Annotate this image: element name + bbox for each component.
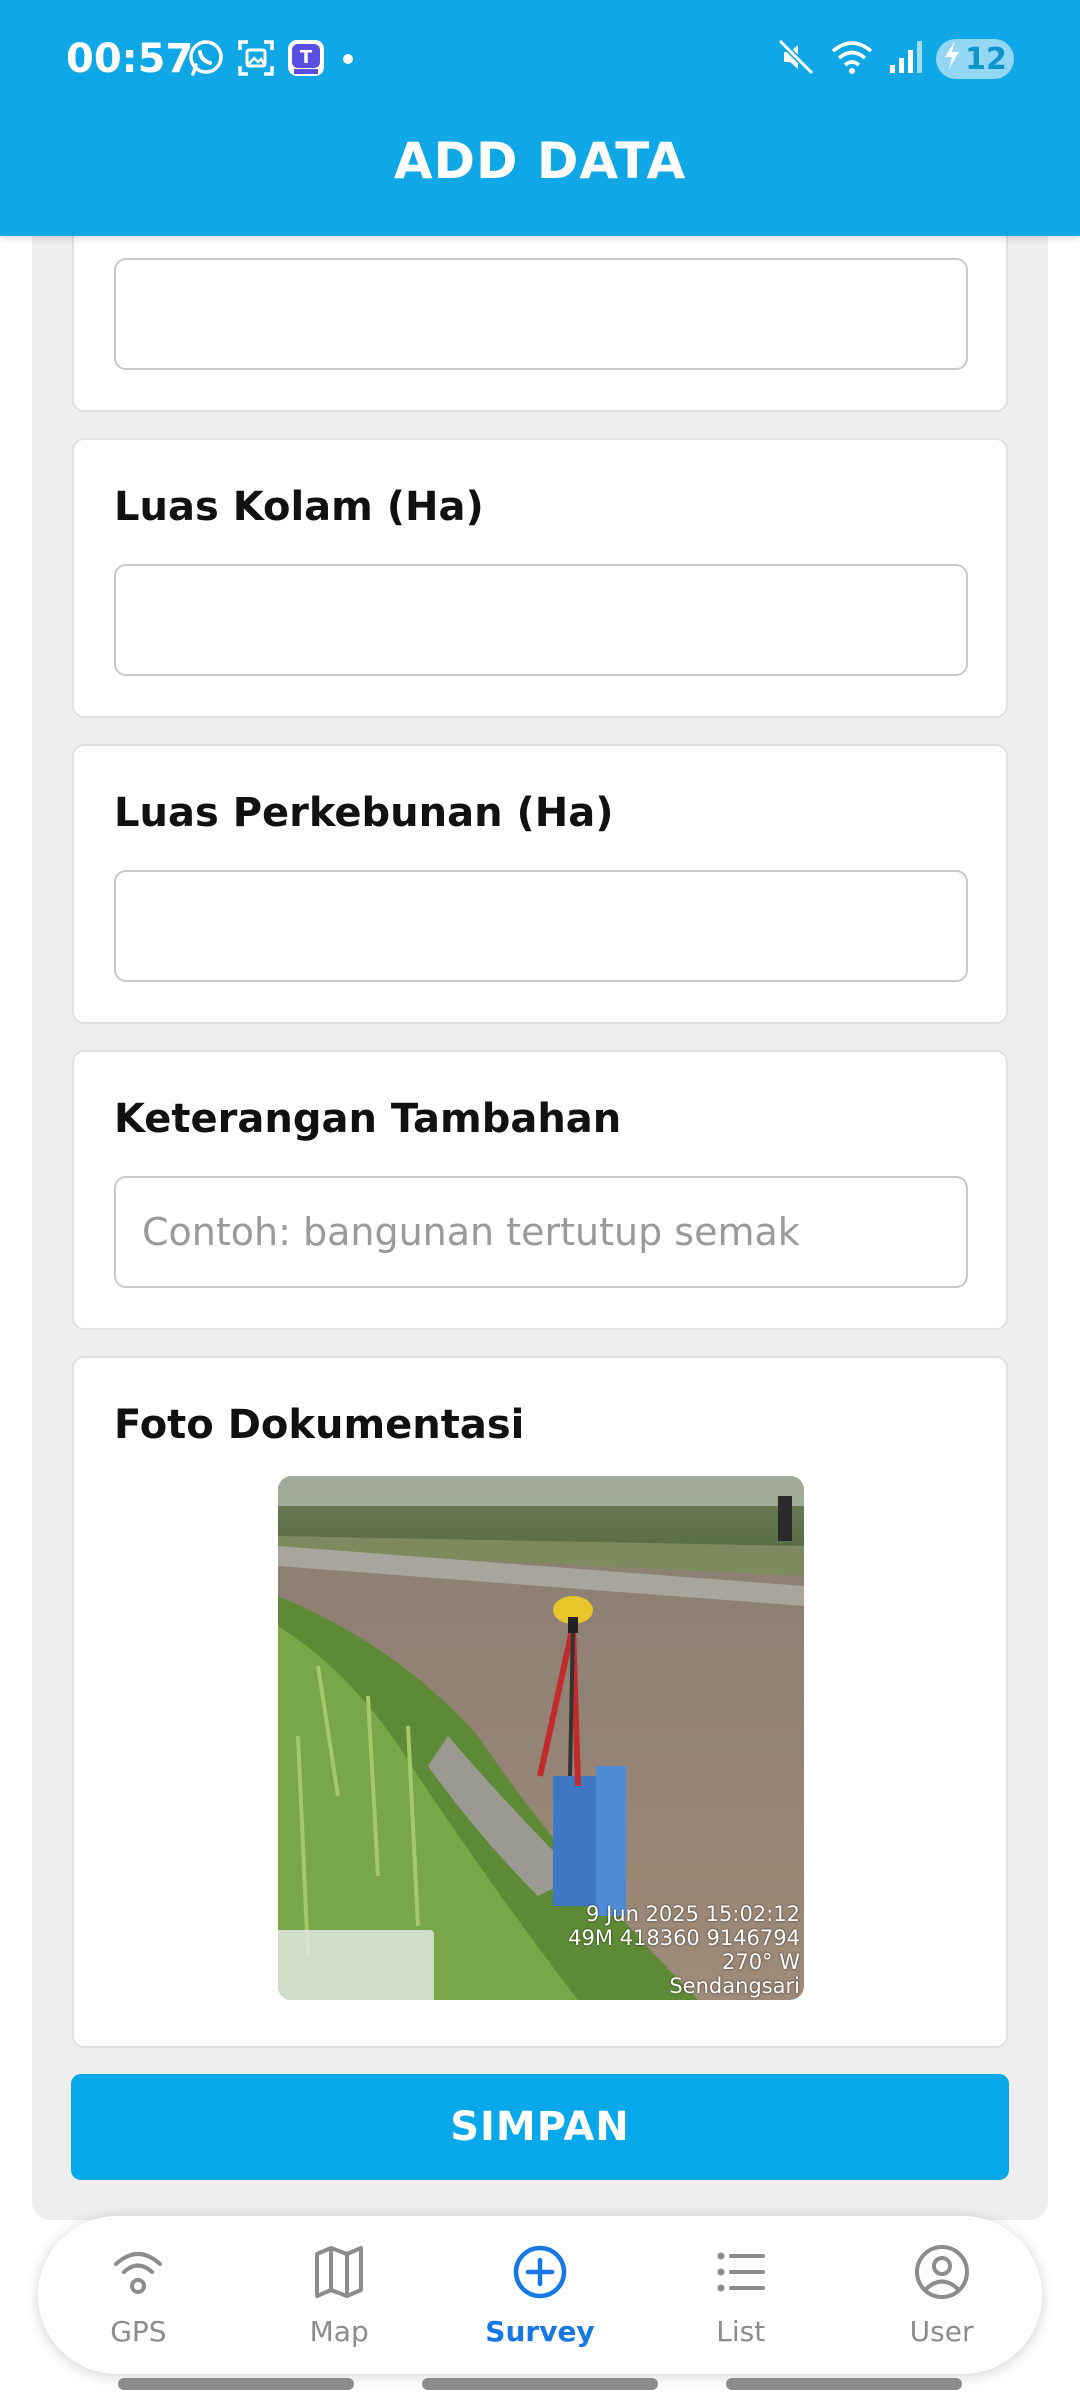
battery-level: 12 <box>965 41 1007 77</box>
gesture-bar-left <box>118 2378 354 2390</box>
nav-label-list: List <box>716 2315 766 2348</box>
save-button[interactable]: SIMPAN <box>71 2074 1009 2180</box>
nav-label-survey: Survey <box>485 2315 595 2348</box>
keterangan-label: Keterangan Tambahan <box>114 1096 622 1142</box>
user-icon <box>912 2242 972 2307</box>
keterangan-input[interactable] <box>114 1176 968 1288</box>
battery-indicator: 12 <box>936 39 1014 79</box>
status-icons-left: T <box>186 38 360 82</box>
gps-signal-icon <box>108 2242 168 2307</box>
card-luas-kolam: Luas Kolam (Ha) <box>72 438 1008 718</box>
whatsapp-icon <box>186 38 226 83</box>
top-field-input[interactable] <box>114 258 968 370</box>
nav-item-list[interactable]: List <box>651 2242 831 2348</box>
foto-label: Foto Dokumentasi <box>114 1402 525 1448</box>
gesture-bar-center <box>422 2378 658 2390</box>
wifi-icon <box>830 37 874 82</box>
nav-item-map[interactable]: Map <box>249 2242 429 2348</box>
screenshot-icon <box>236 38 276 83</box>
status-icons-right: 12 <box>776 36 1014 82</box>
list-icon <box>711 2242 771 2307</box>
nav-item-user[interactable]: User <box>852 2242 1032 2348</box>
stamp-bearing: 270° W <box>721 1950 800 1974</box>
nav-label-gps: GPS <box>110 2315 167 2348</box>
signal-icon <box>888 37 922 82</box>
gesture-bar <box>0 2378 1080 2392</box>
nav-label-map: Map <box>309 2315 369 2348</box>
app-header: 00:57 T 12 ADD DATA <box>0 0 1080 236</box>
svg-text:T: T <box>300 47 313 68</box>
photo-stamp: 9 Jun 2025 15:02:12 49M 418360 9146794 2… <box>568 1902 800 1998</box>
battery-charging-icon <box>943 40 961 78</box>
gesture-bar-right <box>726 2378 962 2390</box>
photo-map-overlay <box>278 1930 434 2000</box>
dot-icon <box>336 38 360 83</box>
nav-label-user: User <box>909 2315 974 2348</box>
stamp-date: 9 Jun 2025 15:02:12 <box>586 1902 800 1926</box>
bottom-nav: GPS Map Survey List User <box>38 2216 1042 2374</box>
documentation-photo[interactable]: 9 Jun 2025 15:02:12 49M 418360 9146794 2… <box>278 1476 804 2000</box>
nav-item-survey[interactable]: Survey <box>450 2242 630 2348</box>
stamp-place: Sendangsari <box>669 1974 800 1998</box>
luas-perkebunan-input[interactable] <box>114 870 968 982</box>
mute-icon <box>776 37 816 82</box>
status-time: 00:57 <box>66 36 194 82</box>
map-icon <box>309 2242 369 2307</box>
app-badge-icon: T <box>286 38 326 83</box>
luas-kolam-input[interactable] <box>114 564 968 676</box>
luas-perkebunan-label: Luas Perkebunan (Ha) <box>114 790 614 836</box>
luas-kolam-label: Luas Kolam (Ha) <box>114 484 484 530</box>
plus-circle-icon <box>510 2242 570 2307</box>
card-luas-perkebunan: Luas Perkebunan (Ha) <box>72 744 1008 1024</box>
page-title: ADD DATA <box>393 132 687 190</box>
card-keterangan: Keterangan Tambahan <box>72 1050 1008 1330</box>
nav-item-gps[interactable]: GPS <box>48 2242 228 2348</box>
card-foto: Foto Dokumentasi 9 Jun 2025 15:02:12 49M… <box>72 1356 1008 2048</box>
stamp-coords: 49M 418360 9146794 <box>568 1926 800 1950</box>
